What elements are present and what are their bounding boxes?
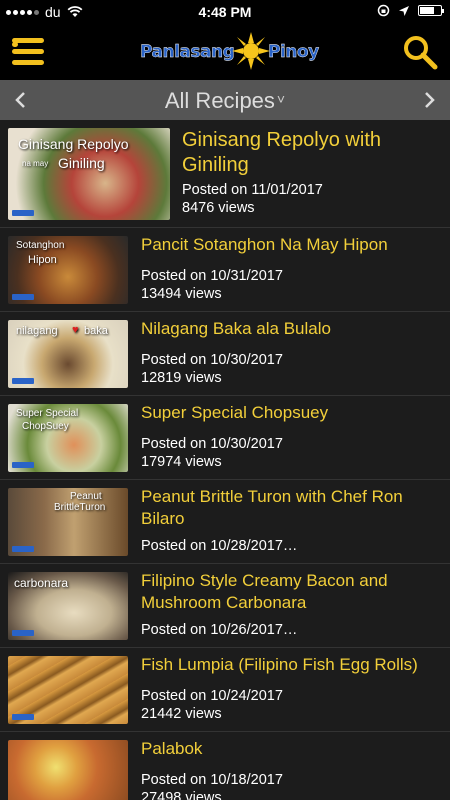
battery-icon (418, 5, 444, 16)
thumbnail-label: Sotanghon (16, 240, 65, 251)
list-item[interactable]: Ginisang Repolyo na may Giniling Ginisan… (0, 120, 450, 228)
recipe-views: 21442 views (141, 706, 222, 722)
thumbnail-label: baka (84, 325, 108, 337)
brand-watermark (12, 546, 34, 552)
category-dropdown[interactable]: All Recipes ˅ (0, 88, 450, 114)
recipe-thumbnail: Peanut BrittleTuron (8, 488, 128, 556)
list-item[interactable]: Palabok Posted on 10/18/2017 27498 views (0, 732, 450, 800)
recipe-title[interactable]: Palabok (141, 738, 441, 760)
list-item[interactable]: Sotanghon Hipon Pancit Sotanghon Na May … (0, 228, 450, 312)
heart-icon: ♥ (72, 324, 79, 336)
brand-watermark (12, 630, 34, 636)
chevron-right-icon[interactable] (418, 89, 440, 111)
recipe-posted-date: Posted on 11/01/2017 (182, 182, 323, 198)
list-item[interactable]: Fish Lumpia (Filipino Fish Egg Rolls) Po… (0, 648, 450, 732)
status-right (377, 4, 444, 17)
recipe-title[interactable]: Fish Lumpia (Filipino Fish Egg Rolls) (141, 654, 446, 676)
category-nav-bar: All Recipes ˅ (0, 80, 450, 120)
recipe-posted-date: Posted on 10/30/2017 (141, 352, 283, 368)
search-icon[interactable] (402, 34, 438, 70)
brand-watermark (12, 294, 34, 300)
rotation-lock-icon (377, 4, 390, 17)
thumbnail-label: BrittleTuron (54, 502, 106, 513)
category-title: All Recipes (164, 88, 275, 113)
recipe-posted-date: Posted on 10/26/2017… (141, 622, 298, 638)
brand-watermark (12, 462, 34, 468)
recipe-thumbnail: Super Special ChopSuey (8, 404, 128, 472)
recipe-views: 13494 views (141, 286, 222, 302)
thumbnail-label: Peanut (70, 491, 102, 502)
recipe-title[interactable]: Ginisang Repolyo with Giniling (182, 128, 382, 178)
recipe-title[interactable]: Super Special Chopsuey (141, 402, 441, 424)
recipe-posted-date: Posted on 10/24/2017 (141, 688, 283, 704)
brand-watermark (12, 378, 34, 384)
sun-icon (232, 32, 270, 70)
recipe-title[interactable]: Pancit Sotanghon Na May Hipon (141, 234, 441, 256)
recipe-thumbnail (8, 740, 128, 800)
recipe-views: 17974 views (141, 454, 222, 470)
recipe-title[interactable]: Peanut Brittle Turon with Chef Ron Bilar… (141, 486, 441, 530)
recipe-posted-date: Posted on 10/31/2017 (141, 268, 283, 284)
status-bar: du 4:48 PM (0, 0, 450, 24)
chevron-down-icon: ˅ (276, 91, 286, 107)
recipe-views: 8476 views (182, 200, 255, 216)
recipe-views: 12819 views (141, 370, 222, 386)
recipe-thumbnail: nilagang ♥ baka (8, 320, 128, 388)
logo-text-left: Panlasang (140, 42, 235, 62)
thumbnail-label: nilagang (16, 325, 58, 337)
recipe-thumbnail: Sotanghon Hipon (8, 236, 128, 304)
hamburger-menu-icon[interactable] (12, 38, 44, 66)
logo-text-right: Pinoy (268, 42, 320, 62)
recipe-thumbnail: carbonara (8, 572, 128, 640)
app-header: Panlasang Pinoy (0, 24, 450, 80)
thumbnail-label: Ginisang Repolyo (18, 136, 129, 152)
list-item[interactable]: Super Special ChopSuey Super Special Cho… (0, 396, 450, 480)
recipe-title[interactable]: Filipino Style Creamy Bacon and Mushroom… (141, 570, 441, 614)
recipe-posted-date: Posted on 10/28/2017… (141, 538, 298, 554)
recipe-thumbnail: Ginisang Repolyo na may Giniling (8, 128, 170, 220)
brand-watermark (12, 714, 34, 720)
recipe-thumbnail (8, 656, 128, 724)
recipe-title[interactable]: Nilagang Baka ala Bulalo (141, 318, 441, 340)
thumbnail-label: Giniling (58, 155, 105, 171)
thumbnail-label: ChopSuey (22, 421, 69, 432)
location-icon (399, 5, 409, 16)
app-logo: Panlasang Pinoy (140, 32, 319, 72)
thumbnail-label: Super Special (16, 408, 79, 419)
recipe-posted-date: Posted on 10/18/2017 (141, 772, 283, 788)
recipe-views: 27498 views (141, 790, 222, 800)
brand-watermark (12, 210, 34, 216)
thumbnail-label-small: na may (22, 159, 49, 168)
thumbnail-label: Hipon (28, 254, 57, 266)
thumbnail-label: carbonara (14, 576, 69, 590)
list-item[interactable]: nilagang ♥ baka Nilagang Baka ala Bulalo… (0, 312, 450, 396)
recipe-posted-date: Posted on 10/30/2017 (141, 436, 283, 452)
list-item[interactable]: carbonara Filipino Style Creamy Bacon an… (0, 564, 450, 648)
list-item[interactable]: Peanut BrittleTuron Peanut Brittle Turon… (0, 480, 450, 564)
